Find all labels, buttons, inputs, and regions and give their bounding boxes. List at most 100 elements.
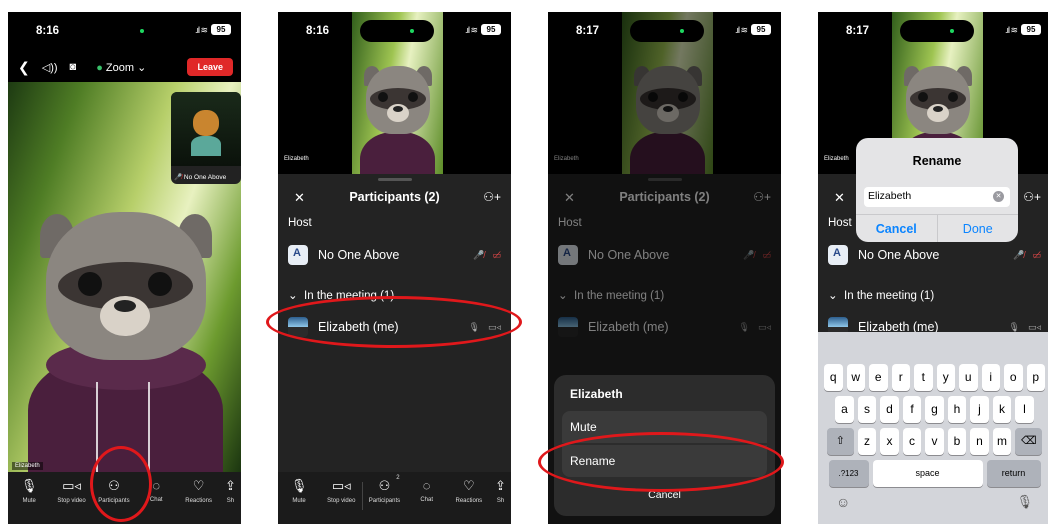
in-meeting-header[interactable]: ⌄ In the meeting (1) (288, 288, 394, 302)
return-key[interactable]: return (986, 460, 1041, 487)
key[interactable]: s (857, 396, 877, 423)
status-bar: 8:17 .ıl ≋ 95 (548, 12, 781, 50)
key[interactable]: f (902, 396, 922, 423)
meeting-toolbar: 🎙︎ Mute ▭◃ Stop video ⚇ Participants ◌ Chat … (8, 472, 241, 524)
cancel-button[interactable]: Cancel (856, 215, 938, 242)
video-off-icon: ▭̸ (1032, 249, 1041, 260)
key[interactable]: t (914, 364, 933, 391)
in-meeting-header[interactable]: ⌄ In the meeting (1) (828, 288, 934, 302)
key[interactable]: k (992, 396, 1012, 423)
key[interactable]: i (981, 364, 1000, 391)
key[interactable]: l (1015, 396, 1034, 423)
rename-option[interactable]: Rename (562, 445, 767, 477)
mute-option[interactable]: Mute (562, 411, 767, 443)
host-header: Host (288, 217, 312, 229)
cancel-button[interactable]: Cancel (554, 489, 775, 501)
reactions-button[interactable]: ♡ Reactions (177, 478, 219, 524)
mute-button[interactable]: 🎙︎ Mute (278, 478, 320, 524)
add-user-icon[interactable]: ⚇+ (483, 190, 501, 204)
key[interactable]: m (992, 428, 1012, 455)
participants-button[interactable]: ⚇ 2 Participants (363, 475, 405, 524)
status-bar: 8:16 .ıl ≋ 95 (278, 12, 511, 50)
screen-participant-actions: Elizabeth 8:17 .ıl ≋ 95 ✕ Participants (… (548, 12, 781, 524)
mute-button[interactable]: 🎙︎ Mute (8, 478, 50, 524)
key[interactable]: n (970, 428, 989, 455)
dog-avatar (193, 110, 219, 136)
participant-row-host[interactable]: No One Above 🎤̸▭̸ (288, 244, 501, 266)
signal-icon: .ıl ≋ (194, 25, 208, 35)
screen-meeting-view: 8:16 .ıl ≋ 95 ❮ ◁)) ◙ ● Zoom ⌄ Leave 🎤̸ … (8, 12, 241, 524)
status-bar: 8:16 .ıl ≋ 95 (8, 12, 241, 50)
backspace-key[interactable]: ⌫ (1015, 428, 1043, 455)
clear-icon[interactable]: ✕ (993, 191, 1004, 202)
camera-flip-icon[interactable]: ◙ (70, 61, 77, 73)
drag-handle[interactable] (378, 178, 412, 181)
panel-title: Participants (2) (349, 190, 440, 204)
key[interactable]: p (1026, 364, 1045, 391)
me-avatar (288, 317, 308, 337)
signal-icon: .ıl ≋ (464, 25, 478, 35)
key[interactable]: x (880, 428, 899, 455)
key[interactable]: d (880, 396, 899, 423)
rename-dialog: Rename Elizabeth ✕ Cancel Done (856, 138, 1018, 242)
chat-icon: ◌ (422, 478, 431, 493)
key[interactable]: h (947, 396, 967, 423)
stop-video-button[interactable]: ▭◃ Stop video (320, 478, 362, 524)
chat-button[interactable]: ◌ Chat (135, 478, 177, 524)
key[interactable]: g (925, 396, 944, 423)
video-icon: ▭◃ (1027, 321, 1041, 332)
mic-icon: 🎙︎ (1008, 321, 1020, 332)
participant-thumbnail[interactable]: 🎤̸ No One Above (171, 92, 241, 184)
key[interactable]: u (959, 364, 978, 391)
dialog-title: Rename (912, 154, 962, 168)
key[interactable]: c (902, 428, 922, 455)
video-off-icon: ▭̸ (492, 249, 501, 260)
add-user-icon[interactable]: ⚇+ (1023, 190, 1041, 204)
leave-button[interactable]: Leave (187, 58, 233, 76)
key[interactable]: b (947, 428, 967, 455)
space-key[interactable]: space (872, 460, 983, 487)
shift-key[interactable]: ⇧ (826, 428, 854, 455)
emoji-icon[interactable]: ☺ (836, 494, 850, 510)
participant-row-me[interactable]: Elizabeth (me) 🎙︎▭◃ (288, 316, 501, 338)
keyboard-row-3: ⇧ z x c v b n m ⌫ (818, 428, 1048, 455)
speaker-icon[interactable]: ◁)) (42, 61, 58, 74)
participant-row-host[interactable]: No One Above 🎤̸▭̸ (828, 244, 1041, 266)
participant-count-badge: 2 (396, 475, 400, 481)
status-bar: 8:17 .ıl ≋ 95 (818, 12, 1048, 50)
done-button[interactable]: Done (938, 215, 1019, 242)
key[interactable]: w (846, 364, 865, 391)
key[interactable]: a (835, 396, 854, 423)
keyboard-row-4: .?123 space return (818, 460, 1048, 487)
key[interactable]: q (824, 364, 843, 391)
status-time: 8:16 (306, 25, 330, 37)
action-sheet: Elizabeth Mute Rename Cancel (554, 375, 775, 516)
share-button[interactable]: ⇪ Sh (220, 478, 241, 524)
key[interactable]: z (857, 428, 877, 455)
key[interactable]: e (869, 364, 888, 391)
key[interactable]: o (1004, 364, 1023, 391)
key[interactable]: r (891, 364, 910, 391)
back-icon[interactable]: ❮ (18, 59, 30, 76)
video-name-label: Elizabeth (284, 156, 309, 162)
zoom-menu[interactable]: ● Zoom ⌄ (96, 61, 146, 74)
signal-icon: .ıl ≋ (1004, 25, 1018, 35)
host-avatar (828, 245, 848, 265)
dictation-mic-icon[interactable]: 🎙︎ (1016, 494, 1033, 510)
stop-video-button[interactable]: ▭◃ Stop video (50, 478, 92, 524)
status-time: 8:16 (36, 25, 60, 37)
key[interactable]: v (925, 428, 944, 455)
numbers-key[interactable]: .?123 (828, 460, 869, 487)
rename-input[interactable]: Elizabeth ✕ (864, 187, 1010, 207)
key[interactable]: y (936, 364, 955, 391)
video-icon: ▭◃ (487, 321, 501, 332)
participants-button[interactable]: ⚇ Participants (93, 478, 135, 524)
raccoon-avatar (8, 192, 241, 482)
screen-rename-dialog: Elizabeth 8:17 .ıl ≋ 95 ✕ Participants (… (818, 12, 1048, 524)
keyboard: q w e r t y u i o p a s d f g h j k l ⇧ … (818, 332, 1048, 524)
reactions-button[interactable]: ♡ Reactions (448, 478, 490, 524)
key[interactable]: j (970, 396, 989, 423)
share-button[interactable]: ⇪ Sh (490, 478, 511, 524)
chat-button[interactable]: ◌ Chat (406, 478, 448, 524)
screen-participants-list: Elizabeth 8:16 .ıl ≋ 95 ✕ Participants (… (278, 12, 511, 524)
